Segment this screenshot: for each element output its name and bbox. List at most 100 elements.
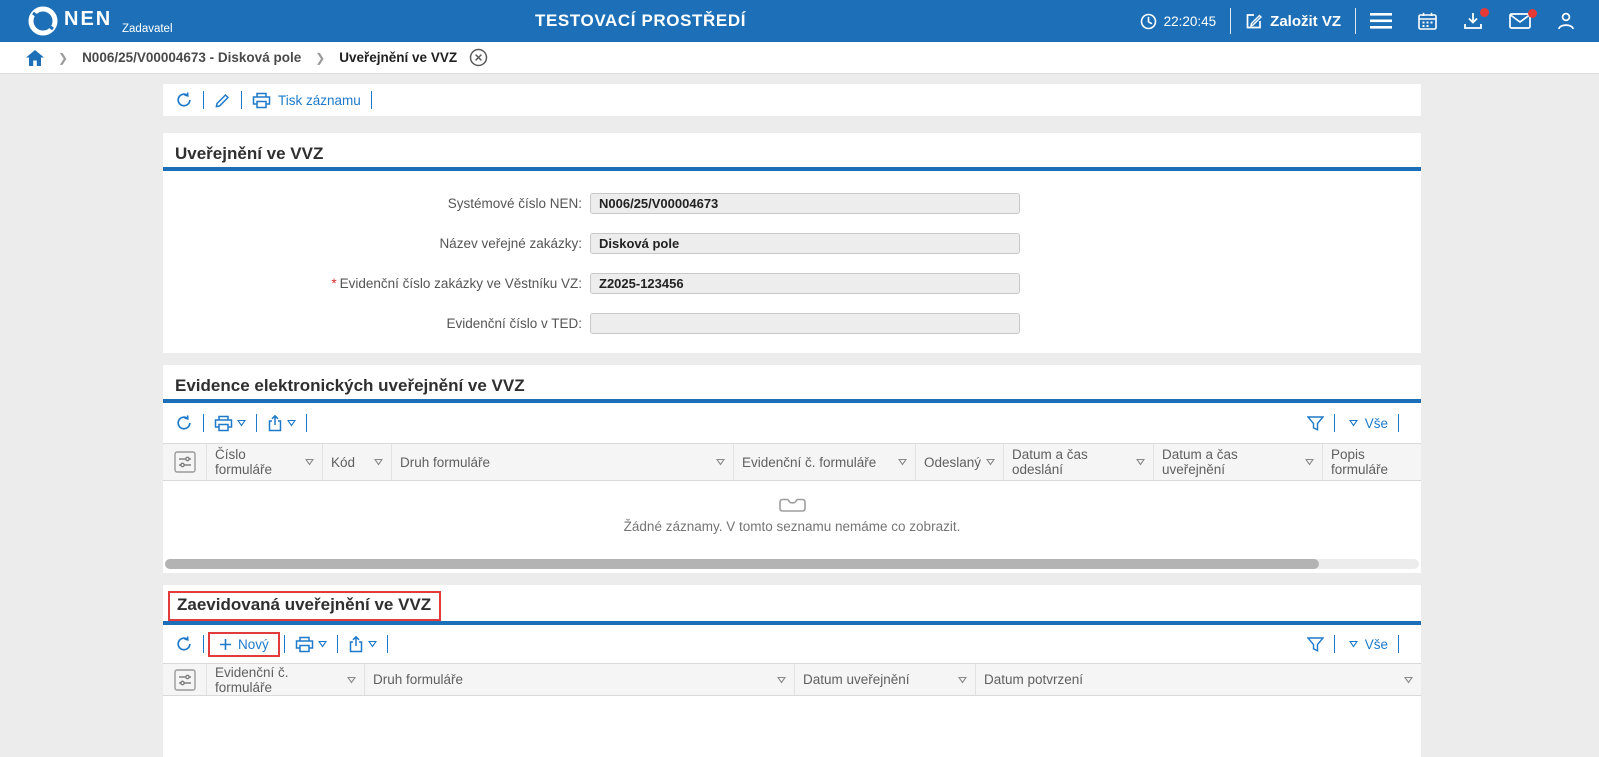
column-header[interactable]: Evidenční č. formuláře xyxy=(206,664,364,695)
column-filter-icon[interactable] xyxy=(898,458,907,466)
brand-subtitle: Zadavatel xyxy=(122,23,173,35)
column-header[interactable]: Popis formuláře xyxy=(1322,444,1421,480)
ted-number-field[interactable] xyxy=(590,313,1020,334)
column-header[interactable]: Kód xyxy=(322,444,391,480)
section-rule xyxy=(163,167,1421,171)
refresh-icon[interactable] xyxy=(175,91,193,109)
vvz-number-field[interactable] xyxy=(590,273,1020,294)
column-filter-icon[interactable] xyxy=(1305,458,1314,466)
downloads-icon[interactable] xyxy=(1463,12,1483,30)
edit-icon[interactable] xyxy=(214,92,231,109)
column-filter-icon[interactable] xyxy=(777,676,786,684)
field-label: *Evidenční číslo zakázky ve Věstníku VZ: xyxy=(163,276,590,291)
menu-icon[interactable] xyxy=(1370,13,1392,29)
column-filter-icon[interactable] xyxy=(305,458,314,466)
column-filter-icon[interactable] xyxy=(1404,676,1413,684)
toolbar-divider xyxy=(387,635,388,653)
calendar-icon[interactable] xyxy=(1418,12,1437,30)
print-icon[interactable] xyxy=(295,636,314,653)
create-vz-button[interactable]: Založit VZ xyxy=(1245,12,1341,30)
pen-square-icon xyxy=(1245,12,1263,30)
column-filter-icon[interactable] xyxy=(958,676,967,684)
breadcrumb-current-page: Uveřejnění ve VVZ xyxy=(339,50,457,65)
print-dropdown-icon[interactable] xyxy=(318,640,327,648)
filter-icon[interactable] xyxy=(1307,416,1324,431)
environment-title: TESTOVACÍ PROSTŘEDÍ xyxy=(535,11,746,31)
export-icon[interactable] xyxy=(267,415,283,432)
column-filter-icon[interactable] xyxy=(716,458,725,466)
field-label: Systémové číslo NEN: xyxy=(163,196,590,211)
print-icon[interactable] xyxy=(214,415,233,432)
column-header[interactable]: Druh formuláře xyxy=(364,664,794,695)
breadcrumb: ❯ N006/25/V00004673 - Disková pole ❯ Uve… xyxy=(0,42,1599,74)
plus-icon xyxy=(219,638,232,651)
system-number-field[interactable] xyxy=(590,193,1020,214)
toolbar-divider xyxy=(256,414,257,432)
column-filter-icon[interactable] xyxy=(374,458,383,466)
user-icon[interactable] xyxy=(1557,12,1575,30)
column-filter-icon[interactable] xyxy=(1136,458,1145,466)
column-header[interactable]: Číslo formuláře xyxy=(206,444,322,480)
filter-all-dropdown-icon[interactable] xyxy=(1349,419,1358,427)
column-header[interactable]: Datum uveřejnění xyxy=(794,664,975,695)
column-header[interactable]: Druh formuláře xyxy=(391,444,733,480)
messages-icon[interactable] xyxy=(1509,13,1531,29)
detail-section-title: Uveřejnění ve VVZ xyxy=(175,143,1407,165)
breadcrumb-chevron-icon: ❯ xyxy=(58,51,68,65)
toolbar-divider xyxy=(203,91,204,109)
messages-badge xyxy=(1528,9,1537,18)
field-label: Evidenční číslo v TED: xyxy=(163,316,590,331)
contract-name-field[interactable] xyxy=(590,233,1020,254)
column-header[interactable]: Datum a čas odeslání xyxy=(1003,444,1153,480)
scrollbar-thumb[interactable] xyxy=(165,559,1319,569)
form-row: Systémové číslo NEN: xyxy=(163,183,1421,223)
filter-all-button[interactable]: Vše xyxy=(1365,637,1388,652)
export-icon[interactable] xyxy=(348,636,364,653)
print-record-button[interactable]: Tisk záznamu xyxy=(278,93,361,108)
print-icon[interactable] xyxy=(252,92,271,109)
header-divider xyxy=(1355,8,1356,34)
toolbar-divider xyxy=(371,91,372,109)
close-tab-icon[interactable] xyxy=(469,48,488,67)
record-toolbar-card: Tisk záznamu xyxy=(163,84,1421,116)
registered-section-title: Zaevidovaná uveřejnění ve VVZ xyxy=(177,594,431,616)
empty-tray-icon xyxy=(779,498,806,513)
column-settings-button[interactable] xyxy=(163,664,206,695)
column-filter-icon[interactable] xyxy=(347,676,356,684)
filter-all-button[interactable]: Vše xyxy=(1365,416,1388,431)
export-dropdown-icon[interactable] xyxy=(368,640,377,648)
empty-state: Žádné záznamy. V tomto seznamu nemáme co… xyxy=(163,481,1421,551)
print-dropdown-icon[interactable] xyxy=(237,419,246,427)
nen-logo-icon xyxy=(26,4,60,38)
refresh-icon[interactable] xyxy=(175,414,193,432)
registered-table-header: Evidenční č. formuláře Druh formuláře Da… xyxy=(163,663,1421,696)
server-time: 22:20:45 xyxy=(1164,14,1217,29)
brand-name: NEN xyxy=(64,8,112,31)
required-marker: * xyxy=(331,276,336,291)
registered-section-card: Zaevidovaná uveřejnění ve VVZ Nový xyxy=(163,585,1421,757)
column-header[interactable]: Evidenční č. formuláře xyxy=(733,444,915,480)
toolbar-divider xyxy=(241,91,242,109)
column-header[interactable]: Datum potvrzení xyxy=(975,664,1421,695)
new-record-button[interactable]: Nový xyxy=(208,632,280,657)
column-header[interactable]: Odeslaný xyxy=(915,444,1003,480)
export-dropdown-icon[interactable] xyxy=(287,419,296,427)
empty-message: Žádné záznamy. V tomto seznamu nemáme co… xyxy=(624,519,961,534)
column-filter-icon[interactable] xyxy=(986,458,995,466)
clock-icon xyxy=(1140,13,1157,30)
toolbar-divider xyxy=(1398,414,1399,432)
horizontal-scrollbar[interactable] xyxy=(165,559,1419,569)
home-icon[interactable] xyxy=(26,50,44,66)
breadcrumb-record-link[interactable]: N006/25/V00004673 - Disková pole xyxy=(82,50,301,65)
refresh-icon[interactable] xyxy=(175,635,193,653)
field-label: Název veřejné zakázky: xyxy=(163,236,590,251)
toolbar-divider xyxy=(203,414,204,432)
toolbar-divider xyxy=(1334,414,1335,432)
column-header[interactable]: Datum a čas uveřejnění xyxy=(1153,444,1322,480)
filter-icon[interactable] xyxy=(1307,637,1324,652)
toolbar-divider xyxy=(337,635,338,653)
evidence-table-header: Číslo formuláře Kód Druh formuláře Evide… xyxy=(163,443,1421,481)
toolbar-divider xyxy=(1334,635,1335,653)
column-settings-button[interactable] xyxy=(163,444,206,480)
filter-all-dropdown-icon[interactable] xyxy=(1349,640,1358,648)
